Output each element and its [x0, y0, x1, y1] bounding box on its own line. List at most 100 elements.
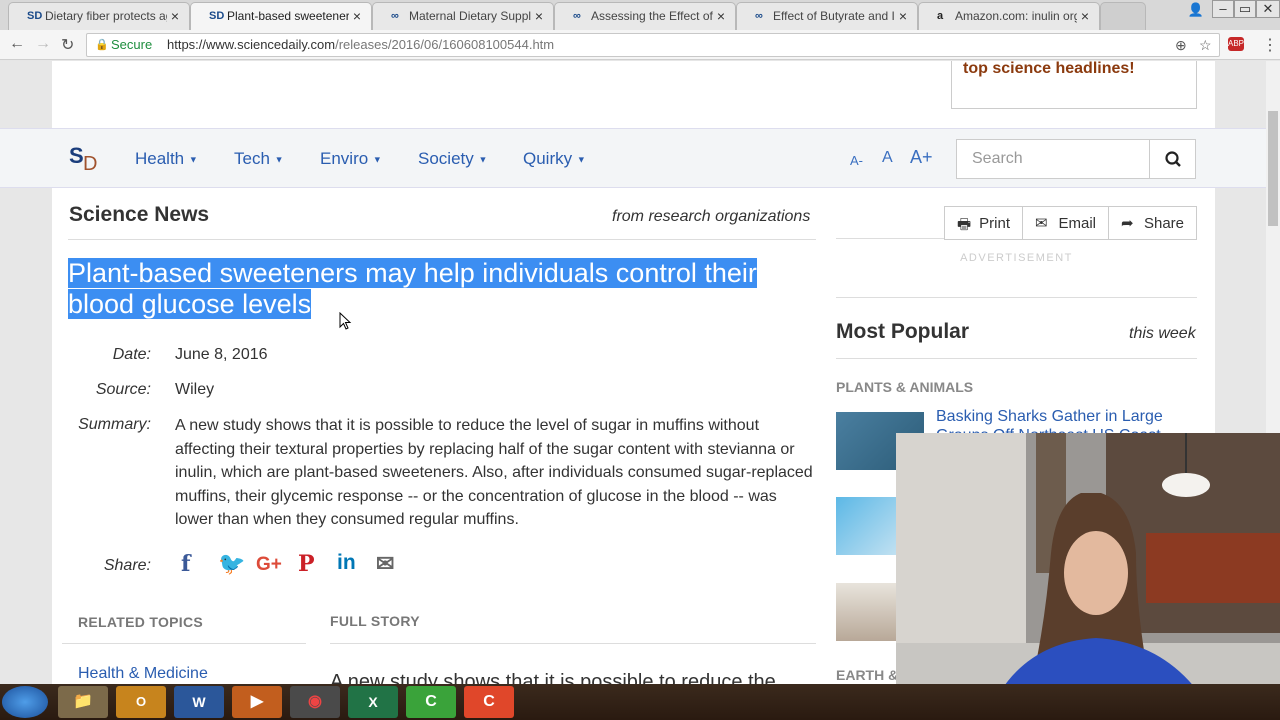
sd-favicon-icon: SD [27, 10, 43, 22]
scrollbar-thumb[interactable] [1268, 111, 1278, 226]
nav-society[interactable]: Society ▼ [418, 149, 487, 169]
date-value: June 8, 2016 [175, 346, 268, 363]
pinterest-icon[interactable]: P [298, 551, 315, 577]
bookmark-star-icon[interactable]: ☆ [1199, 34, 1212, 56]
user-icon[interactable]: 👤 [1182, 2, 1210, 20]
back-icon[interactable]: ← [9, 35, 25, 53]
tab-3[interactable]: ∞ Assessing the Effect of H × [554, 2, 736, 30]
facebook-icon[interactable]: f [181, 551, 190, 577]
nav-label: Enviro [320, 149, 369, 168]
sciencedaily-logo[interactable]: SD [69, 143, 97, 175]
tab-5[interactable]: a Amazon.com: inulin orga × [918, 2, 1100, 30]
camtasia-icon[interactable]: C [406, 686, 456, 718]
caret-down-icon: ▼ [188, 154, 198, 165]
print-button[interactable]: 🖶 Print [944, 206, 1023, 240]
windows-start-icon[interactable] [2, 686, 48, 718]
search-input[interactable]: Search [956, 139, 1150, 179]
reload-icon[interactable]: ↻ [61, 35, 74, 55]
divider [62, 643, 306, 644]
divider [836, 238, 944, 239]
search-button[interactable] [1149, 139, 1196, 179]
logo-s: S [69, 143, 84, 168]
close-icon[interactable]: × [899, 8, 907, 24]
lock-icon: 🔒 [95, 39, 109, 51]
nav-tech[interactable]: Tech ▼ [234, 149, 284, 169]
divider [68, 239, 816, 240]
close-icon[interactable]: × [353, 8, 361, 24]
sd-favicon-icon: SD [209, 10, 225, 22]
email-button[interactable]: ✉ Email [1022, 206, 1109, 240]
close-icon[interactable]: × [535, 8, 543, 24]
category-earth[interactable]: EARTH & [836, 667, 898, 683]
recorder-icon[interactable]: C [464, 686, 514, 718]
twitter-icon[interactable]: 🐦 [218, 551, 245, 577]
amazon-favicon-icon: a [937, 10, 944, 22]
email-label: Email [1058, 215, 1096, 232]
font-size-normal[interactable]: A [882, 149, 893, 167]
source-value: Wiley [175, 381, 215, 398]
font-size-small[interactable]: A- [850, 153, 863, 168]
menu-icon[interactable]: ⋮ [1262, 35, 1278, 55]
divider [330, 643, 816, 644]
nav-quirky[interactable]: Quirky ▼ [523, 149, 586, 169]
zoom-icon[interactable]: ⊕ [1175, 34, 1187, 56]
share-label-btn: Share [1143, 215, 1184, 232]
logo-d: D [83, 153, 98, 175]
share-button[interactable]: ➦ Share [1108, 206, 1197, 240]
headline-line-1: Plant-based sweeteners may help individu… [68, 258, 757, 288]
section-title: Science News [69, 203, 210, 226]
tab-title: Amazon.com: inulin orga [955, 9, 1077, 23]
excel-icon[interactable]: X [348, 686, 398, 718]
nav-health[interactable]: Health ▼ [135, 149, 198, 169]
caret-down-icon: ▼ [372, 154, 382, 165]
url-text[interactable]: https://www.sciencedaily.com/releases/20… [167, 34, 554, 56]
linkedin-icon[interactable]: in [337, 551, 356, 575]
close-icon[interactable]: × [717, 8, 725, 24]
new-tab-button[interactable] [1100, 2, 1146, 30]
most-popular-heading: Most Popular [836, 320, 970, 343]
pubmed-favicon-icon: ∞ [755, 10, 763, 22]
tab-title: Plant-based sweeteners [227, 9, 349, 23]
font-size-large[interactable]: A+ [910, 147, 933, 168]
file-explorer-icon[interactable]: 📁 [58, 686, 108, 718]
tab-1[interactable]: SD Plant-based sweeteners × [190, 2, 372, 30]
nav-label: Quirky [523, 149, 573, 168]
source-label: Source: [95, 381, 151, 398]
nav-label: Health [135, 149, 185, 168]
tab-title: Maternal Dietary Supple [409, 9, 531, 23]
chrome-icon[interactable]: ◉ [290, 686, 340, 718]
address-bar[interactable]: 🔒 Secure https://www.sciencedaily.com/re… [86, 33, 1220, 57]
full-story-text: A new study shows that it is possible to… [330, 671, 776, 684]
share-arrow-icon: ➦ [1121, 215, 1134, 232]
tab-title: Assessing the Effect of H [591, 9, 713, 23]
minimize-icon[interactable]: – [1212, 0, 1234, 18]
email-share-icon[interactable]: ✉ [376, 551, 394, 577]
window-close-icon[interactable]: ✕ [1256, 0, 1280, 18]
site-navbar: SD Health ▼ Tech ▼ Enviro ▼ Society ▼ Qu… [0, 128, 1266, 188]
envelope-icon: ✉ [1035, 215, 1048, 232]
tab-0[interactable]: SD Dietary fiber protects ag × [8, 2, 190, 30]
webcam-overlay [896, 433, 1280, 720]
tab-title: Effect of Butyrate and In [773, 9, 895, 23]
outlook-icon[interactable]: O [116, 686, 166, 718]
article-headline: Plant-based sweeteners may help individu… [68, 258, 818, 320]
headlines-box[interactable]: top science headlines! [951, 61, 1197, 109]
headline-line-2: blood glucose levels [68, 289, 312, 319]
category-plants-animals[interactable]: PLANTS & ANIMALS [836, 379, 973, 395]
adblock-extension-icon[interactable]: ABP [1228, 37, 1244, 51]
related-topic-link[interactable]: Health & Medicine [78, 665, 208, 683]
tab-4[interactable]: ∞ Effect of Butyrate and In × [736, 2, 918, 30]
caret-down-icon: ▼ [274, 154, 284, 165]
os-taskbar: 📁 O W ▶ ◉ X C C [0, 684, 1280, 720]
word-icon[interactable]: W [174, 686, 224, 718]
maximize-icon[interactable]: ▭ [1234, 0, 1256, 18]
tab-2[interactable]: ∞ Maternal Dietary Supple × [372, 2, 554, 30]
nav-enviro[interactable]: Enviro ▼ [320, 149, 382, 169]
close-icon[interactable]: × [1081, 8, 1089, 24]
forward-icon[interactable]: → [35, 35, 51, 53]
browser-toolbar: ← → ↻ 🔒 Secure https://www.sciencedaily.… [0, 30, 1280, 60]
close-icon[interactable]: × [171, 8, 179, 24]
google-plus-icon[interactable]: G+ [256, 554, 282, 576]
media-player-icon[interactable]: ▶ [232, 686, 282, 718]
caret-down-icon: ▼ [478, 154, 488, 165]
